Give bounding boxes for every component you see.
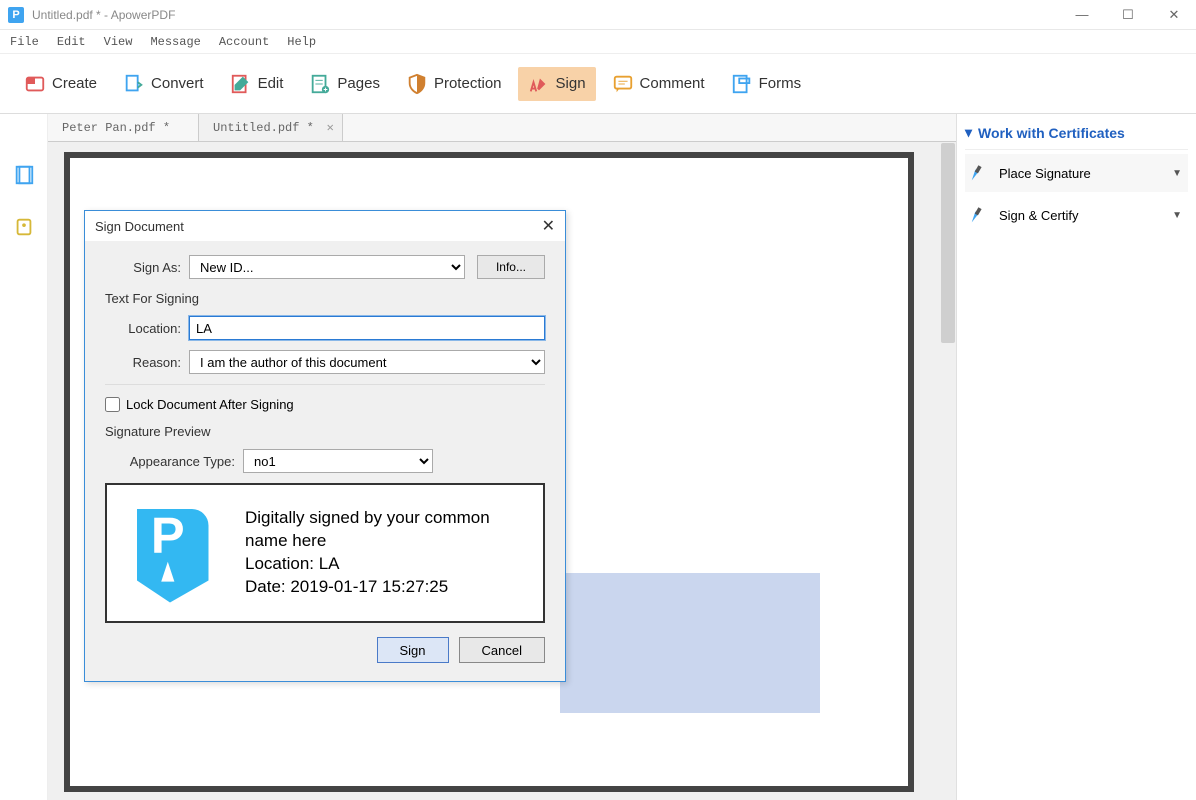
window-title: Untitled.pdf * - ApowerPDF xyxy=(32,8,1068,22)
appearance-type-label: Appearance Type: xyxy=(105,454,235,469)
panel-item-place-signature[interactable]: Place Signature ▼ xyxy=(965,154,1188,192)
toolbar: Create Convert Edit Pages Protection Sig… xyxy=(0,54,1196,114)
tab-close-icon[interactable]: ✕ xyxy=(327,120,334,135)
vertical-scrollbar[interactable] xyxy=(940,142,956,800)
right-panel: ▾ Work with Certificates Place Signature… xyxy=(956,114,1196,800)
toolbar-create[interactable]: Create xyxy=(14,67,107,101)
toolbar-protection[interactable]: Protection xyxy=(396,67,512,101)
panel-item-label: Sign & Certify xyxy=(999,208,1078,223)
tab-label: Untitled.pdf * xyxy=(213,121,314,135)
appearance-type-select[interactable]: no1 xyxy=(243,449,433,473)
titlebar: P Untitled.pdf * - ApowerPDF — ☐ ✕ xyxy=(0,0,1196,30)
sign-document-dialog: Sign Document ✕ Sign As: New ID... Info.… xyxy=(84,210,566,682)
signature-preview-box: P Digitally signed by your common name h… xyxy=(105,483,545,623)
preview-line3: Date: 2019-01-17 15:27:25 xyxy=(245,576,535,599)
toolbar-forms-label: Forms xyxy=(759,75,802,92)
chevron-down-icon: ▼ xyxy=(1172,210,1182,221)
dialog-close-icon[interactable]: ✕ xyxy=(542,216,555,236)
protection-icon xyxy=(406,73,428,95)
right-panel-title: Work with Certificates xyxy=(978,125,1125,141)
sign-as-select[interactable]: New ID... xyxy=(189,255,465,279)
panel-item-sign-certify[interactable]: Sign & Certify ▼ xyxy=(965,196,1188,234)
toolbar-create-label: Create xyxy=(52,75,97,92)
dialog-title-text: Sign Document xyxy=(95,219,184,234)
menu-message[interactable]: Message xyxy=(150,35,200,49)
sign-button[interactable]: Sign xyxy=(377,637,449,663)
preview-line2: Location: LA xyxy=(245,553,535,576)
pen-icon xyxy=(969,162,991,184)
minimize-button[interactable]: — xyxy=(1068,7,1096,23)
lock-document-checkbox[interactable] xyxy=(105,397,120,412)
document-tabs: Peter Pan.pdf * Untitled.pdf * ✕ xyxy=(48,114,956,142)
chevron-down-icon: ▼ xyxy=(1172,168,1182,179)
location-input[interactable] xyxy=(189,316,545,340)
preview-logo-icon: P xyxy=(115,498,225,608)
toolbar-comment-label: Comment xyxy=(640,75,705,92)
tab-label: Peter Pan.pdf * xyxy=(62,121,170,135)
dialog-titlebar: Sign Document ✕ xyxy=(85,211,565,241)
menu-view[interactable]: View xyxy=(104,35,133,49)
reason-label: Reason: xyxy=(105,355,181,370)
app-icon: P xyxy=(8,7,24,23)
signature-preview-label: Signature Preview xyxy=(105,424,545,439)
lock-document-label: Lock Document After Signing xyxy=(126,397,294,412)
close-button[interactable]: ✕ xyxy=(1160,7,1188,23)
menu-account[interactable]: Account xyxy=(219,35,269,49)
tab-peter-pan[interactable]: Peter Pan.pdf * xyxy=(48,114,199,141)
right-panel-header[interactable]: ▾ Work with Certificates xyxy=(965,120,1188,150)
collapse-icon: ▾ xyxy=(965,124,972,141)
menu-file[interactable]: File xyxy=(10,35,39,49)
comment-icon xyxy=(612,73,634,95)
cancel-button[interactable]: Cancel xyxy=(459,637,545,663)
reason-select[interactable]: I am the author of this document xyxy=(189,350,545,374)
toolbar-sign[interactable]: Sign xyxy=(518,67,596,101)
attachments-icon[interactable] xyxy=(13,216,35,238)
text-for-signing-label: Text For Signing xyxy=(105,291,545,306)
toolbar-protection-label: Protection xyxy=(434,75,502,92)
maximize-button[interactable]: ☐ xyxy=(1114,7,1142,23)
toolbar-sign-label: Sign xyxy=(556,75,586,92)
pen-icon xyxy=(969,204,991,226)
preview-text: Digitally signed by your common name her… xyxy=(245,507,535,599)
create-icon xyxy=(24,73,46,95)
toolbar-convert[interactable]: Convert xyxy=(113,67,214,101)
toolbar-comment[interactable]: Comment xyxy=(602,67,715,101)
forms-icon xyxy=(731,73,753,95)
sign-as-label: Sign As: xyxy=(105,260,181,275)
preview-line1: Digitally signed by your common name her… xyxy=(245,507,535,553)
toolbar-pages[interactable]: Pages xyxy=(299,67,390,101)
toolbar-edit-label: Edit xyxy=(258,75,284,92)
edit-icon xyxy=(230,73,252,95)
thumbnails-icon[interactable] xyxy=(13,164,35,186)
convert-icon xyxy=(123,73,145,95)
menu-help[interactable]: Help xyxy=(287,35,316,49)
tab-untitled[interactable]: Untitled.pdf * ✕ xyxy=(199,114,343,141)
left-sidebar xyxy=(0,114,48,800)
location-label: Location: xyxy=(105,321,181,336)
svg-text:P: P xyxy=(151,507,185,564)
signature-placeholder[interactable] xyxy=(560,573,820,713)
info-button[interactable]: Info... xyxy=(477,255,545,279)
panel-item-label: Place Signature xyxy=(999,166,1091,181)
menu-edit[interactable]: Edit xyxy=(57,35,86,49)
toolbar-edit[interactable]: Edit xyxy=(220,67,294,101)
toolbar-convert-label: Convert xyxy=(151,75,204,92)
menubar: File Edit View Message Account Help xyxy=(0,30,1196,54)
pages-icon xyxy=(309,73,331,95)
toolbar-forms[interactable]: Forms xyxy=(721,67,812,101)
toolbar-pages-label: Pages xyxy=(337,75,380,92)
sign-icon xyxy=(528,73,550,95)
